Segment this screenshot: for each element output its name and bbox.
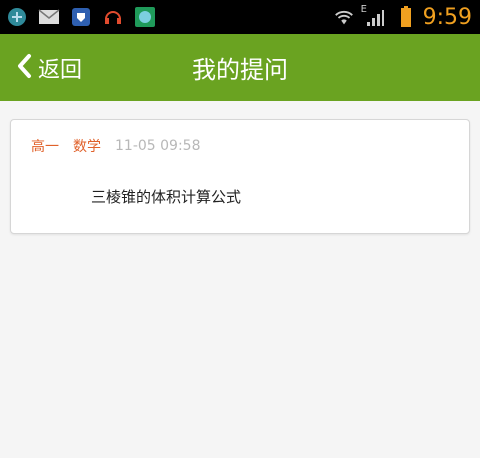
app-icon-green [134,6,156,28]
question-grade: 高一 [31,139,59,155]
question-list: 高一 数学 11-05 09:58 三棱锥的体积计算公式 [0,101,480,458]
status-bar: E 9:59 [0,0,480,34]
back-label: 返回 [38,57,83,83]
app-header: 返回 我的提问 [0,34,480,101]
notification-icons [0,6,156,28]
question-datetime: 11-05 09:58 [115,138,201,154]
question-card[interactable]: 高一 数学 11-05 09:58 三棱锥的体积计算公式 [10,119,470,234]
wifi-icon [333,6,355,28]
status-time: 9:59 [422,4,472,30]
app-icon-shield [70,6,92,28]
headset-icon [102,6,124,28]
app-icon-globe [6,6,28,28]
system-icons: E 9:59 [333,4,480,30]
question-meta: 高一 数学 11-05 09:58 [31,136,200,156]
signal-icon: E [360,4,389,28]
network-type-label: E [360,4,367,15]
chevron-left-icon [16,53,32,83]
back-button[interactable]: 返回 [16,34,82,101]
mail-icon [38,6,60,28]
question-text: 三棱锥的体积计算公式 [91,188,242,206]
question-subject: 数学 [73,139,101,155]
battery-icon [395,6,417,28]
